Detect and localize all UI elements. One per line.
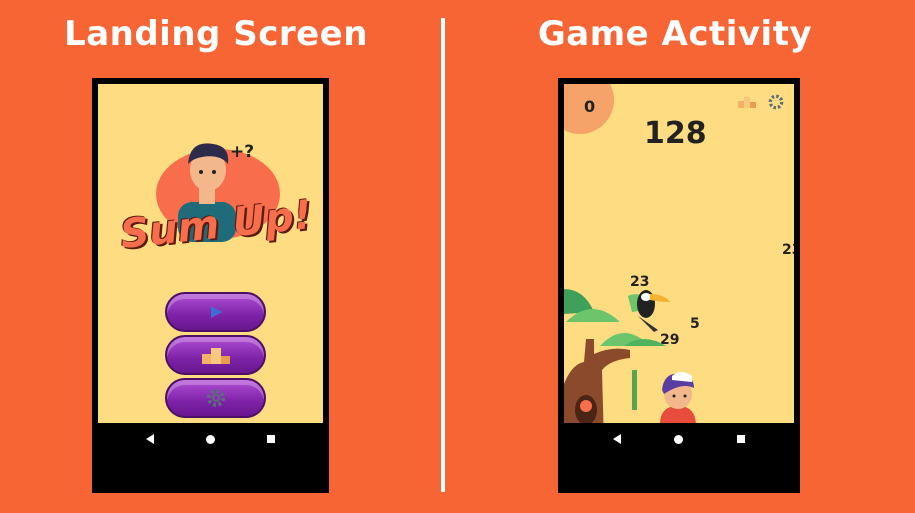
toucan (637, 290, 670, 332)
home-nav-icon[interactable] (206, 434, 215, 444)
play-icon (210, 306, 222, 318)
divider (441, 18, 445, 492)
landing-nav-bar (98, 423, 323, 455)
home-nav-icon[interactable] (674, 434, 684, 444)
game-phone: 0 128 23 23 5 29 (558, 78, 800, 493)
game-nav-bar (564, 423, 794, 455)
gear-icon (206, 389, 225, 407)
landing-phone: +? Sum Up! (92, 78, 329, 493)
landing-screen-heading: Landing Screen (64, 14, 368, 54)
question-mark: +? (230, 142, 255, 162)
settings-button[interactable] (165, 378, 266, 418)
recents-nav-icon[interactable] (267, 435, 275, 443)
landing-screen: +? Sum Up! (98, 84, 323, 455)
back-nav-icon[interactable] (612, 434, 621, 444)
podium-icon (201, 348, 230, 364)
back-nav-icon[interactable] (146, 434, 154, 444)
play-button[interactable] (165, 292, 266, 332)
recents-nav-icon[interactable] (737, 435, 746, 443)
bird-in-hole (580, 400, 592, 412)
game-scenery (564, 289, 794, 455)
leaderboard-button[interactable] (165, 335, 266, 375)
game-activity-heading: Game Activity (537, 14, 813, 54)
game-screen: 0 128 23 23 5 29 (564, 84, 794, 455)
